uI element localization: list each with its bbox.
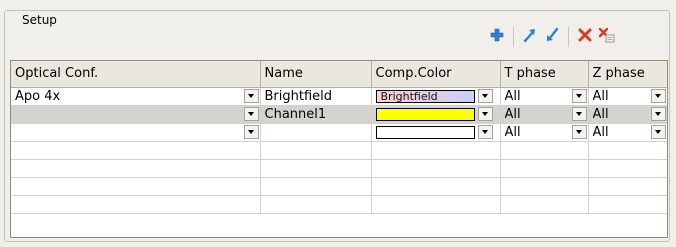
t-phase-value: All: [504, 124, 521, 140]
delete-all-icon: [598, 27, 616, 47]
add-button[interactable]: [486, 26, 508, 48]
group-title: Setup: [19, 13, 60, 28]
column-header-t-phase[interactable]: T phase: [500, 61, 589, 88]
chevron-down-icon[interactable]: [477, 107, 493, 121]
plus-icon: [490, 28, 504, 46]
color-swatch[interactable]: [375, 125, 475, 139]
toolbar-separator: [513, 27, 514, 47]
column-header-comp-color[interactable]: Comp.Color: [371, 61, 501, 88]
optical-conf-cell[interactable]: Apo 4x: [11, 87, 261, 106]
chevron-down-icon[interactable]: [650, 89, 666, 103]
column-header-name[interactable]: Name: [260, 61, 372, 88]
name-cell[interactable]: Brightfield: [260, 87, 372, 106]
chevron-down-icon[interactable]: [650, 125, 666, 139]
channel-name-value: Brightfield: [264, 88, 333, 104]
color-swatch-label: Brightfield: [380, 89, 438, 103]
chevron-down-icon[interactable]: [243, 89, 259, 103]
table-row[interactable]: Channel1 All All: [11, 105, 667, 124]
delete-button[interactable]: [574, 26, 596, 48]
toolbar-separator: [568, 27, 569, 47]
chevron-down-icon[interactable]: [243, 125, 259, 139]
chevron-down-icon[interactable]: [650, 107, 666, 121]
t-phase-value: All: [504, 88, 521, 104]
z-phase-value: All: [592, 124, 609, 140]
empty-row: [11, 159, 667, 178]
chevron-down-icon[interactable]: [571, 89, 587, 103]
z-phase-cell[interactable]: All: [588, 105, 667, 124]
column-header-z-phase[interactable]: Z phase: [588, 61, 667, 88]
move-up-button[interactable]: [519, 26, 541, 48]
z-phase-cell[interactable]: All: [588, 87, 667, 106]
delete-all-button[interactable]: [596, 26, 618, 48]
empty-row: [11, 141, 667, 160]
chevron-down-icon[interactable]: [477, 125, 493, 139]
delete-icon: [577, 27, 593, 47]
comp-color-cell[interactable]: Brightfield: [371, 87, 501, 106]
table-row[interactable]: All All: [11, 123, 667, 142]
name-cell[interactable]: Channel1: [260, 105, 372, 124]
toolbar: [486, 24, 618, 50]
chevron-down-icon[interactable]: [571, 125, 587, 139]
column-header-optical-conf[interactable]: Optical Conf.: [11, 61, 261, 88]
color-swatch[interactable]: [375, 107, 475, 121]
comp-color-cell[interactable]: [371, 123, 501, 142]
t-phase-cell[interactable]: All: [500, 105, 589, 124]
chevron-down-icon[interactable]: [243, 107, 259, 121]
t-phase-cell[interactable]: All: [500, 123, 589, 142]
comp-color-cell[interactable]: [371, 105, 501, 124]
z-phase-cell[interactable]: All: [588, 123, 667, 142]
z-phase-value: All: [592, 106, 609, 122]
chevron-down-icon[interactable]: [571, 107, 587, 121]
optical-conf-value: Apo 4x: [15, 88, 61, 104]
name-cell[interactable]: [260, 123, 372, 142]
t-phase-value: All: [504, 106, 521, 122]
move-down-button[interactable]: [541, 26, 563, 48]
table-row[interactable]: Apo 4x Brightfield Brightfield All All: [11, 87, 667, 106]
channel-name-value: Channel1: [264, 106, 327, 122]
color-swatch[interactable]: Brightfield: [375, 89, 475, 103]
move-down-icon: [544, 27, 560, 47]
empty-row: [11, 177, 667, 196]
header-row: Optical Conf. Name Comp.Color T phase Z …: [11, 61, 667, 88]
move-up-icon: [522, 27, 538, 47]
empty-row: [11, 195, 667, 214]
optical-conf-cell[interactable]: [11, 123, 261, 142]
channel-grid[interactable]: Optical Conf. Name Comp.Color T phase Z …: [10, 60, 668, 238]
chevron-down-icon[interactable]: [477, 89, 493, 103]
z-phase-value: All: [592, 88, 609, 104]
t-phase-cell[interactable]: All: [500, 87, 589, 106]
optical-conf-cell[interactable]: [11, 105, 261, 124]
